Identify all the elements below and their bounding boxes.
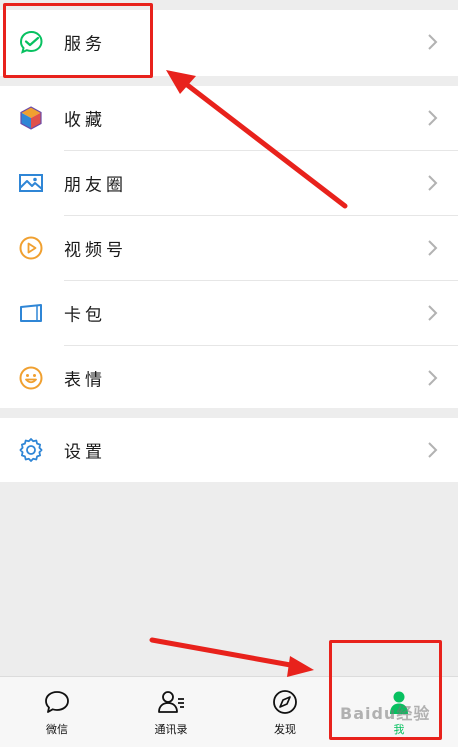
tab-label-discover: 发现 <box>274 723 296 736</box>
tab-contacts[interactable]: 通讯录 <box>114 677 228 747</box>
menu-item-favorites[interactable]: 收藏 <box>0 86 458 150</box>
photo-icon <box>19 174 43 192</box>
wallet-icon <box>20 304 42 322</box>
menu-item-moments[interactable]: 朋友圈 <box>0 151 458 215</box>
chevron-right-icon <box>428 175 438 191</box>
chevron-right-icon <box>428 442 438 458</box>
tab-label-chats: 微信 <box>46 723 68 736</box>
tab-discover[interactable]: 发现 <box>228 677 342 747</box>
menu-label-services: 服务 <box>64 34 106 55</box>
menu-item-services[interactable]: 服务 <box>0 10 458 74</box>
top-gap <box>0 0 458 10</box>
menu-label-moments: 朋友圈 <box>64 175 127 196</box>
services-section: 服务 <box>0 10 458 76</box>
menu-label-stickers: 表情 <box>64 370 106 391</box>
watermark: Baidu经验 <box>340 704 431 723</box>
chevron-right-icon <box>428 370 438 386</box>
menu-label-card-wallet: 卡包 <box>64 305 106 326</box>
smiley-icon <box>19 366 43 390</box>
discover-section: 收藏 朋友圈 视频号 卡包 表情 <box>0 86 458 408</box>
contacts-icon <box>158 691 184 713</box>
play-icon <box>19 236 43 260</box>
chevron-right-icon <box>428 240 438 256</box>
tab-chats[interactable]: 微信 <box>0 677 114 747</box>
chevron-right-icon <box>428 305 438 321</box>
menu-label-channels: 视频号 <box>64 240 127 261</box>
chevron-right-icon <box>428 34 438 50</box>
cube-icon <box>20 106 42 130</box>
settings-section: 设置 <box>0 418 458 482</box>
gear-icon <box>19 438 43 462</box>
chat-bubble-icon <box>45 691 69 713</box>
menu-label-settings: 设置 <box>64 442 106 463</box>
services-icon <box>19 30 43 54</box>
menu-item-channels[interactable]: 视频号 <box>0 216 458 280</box>
menu-label-favorites: 收藏 <box>64 110 106 131</box>
menu-item-stickers[interactable]: 表情 <box>0 346 458 410</box>
compass-icon <box>273 690 297 714</box>
tab-label-contacts: 通讯录 <box>154 723 188 736</box>
menu-item-settings[interactable]: 设置 <box>0 418 458 482</box>
chevron-right-icon <box>428 110 438 126</box>
menu-item-card-wallet[interactable]: 卡包 <box>0 281 458 345</box>
